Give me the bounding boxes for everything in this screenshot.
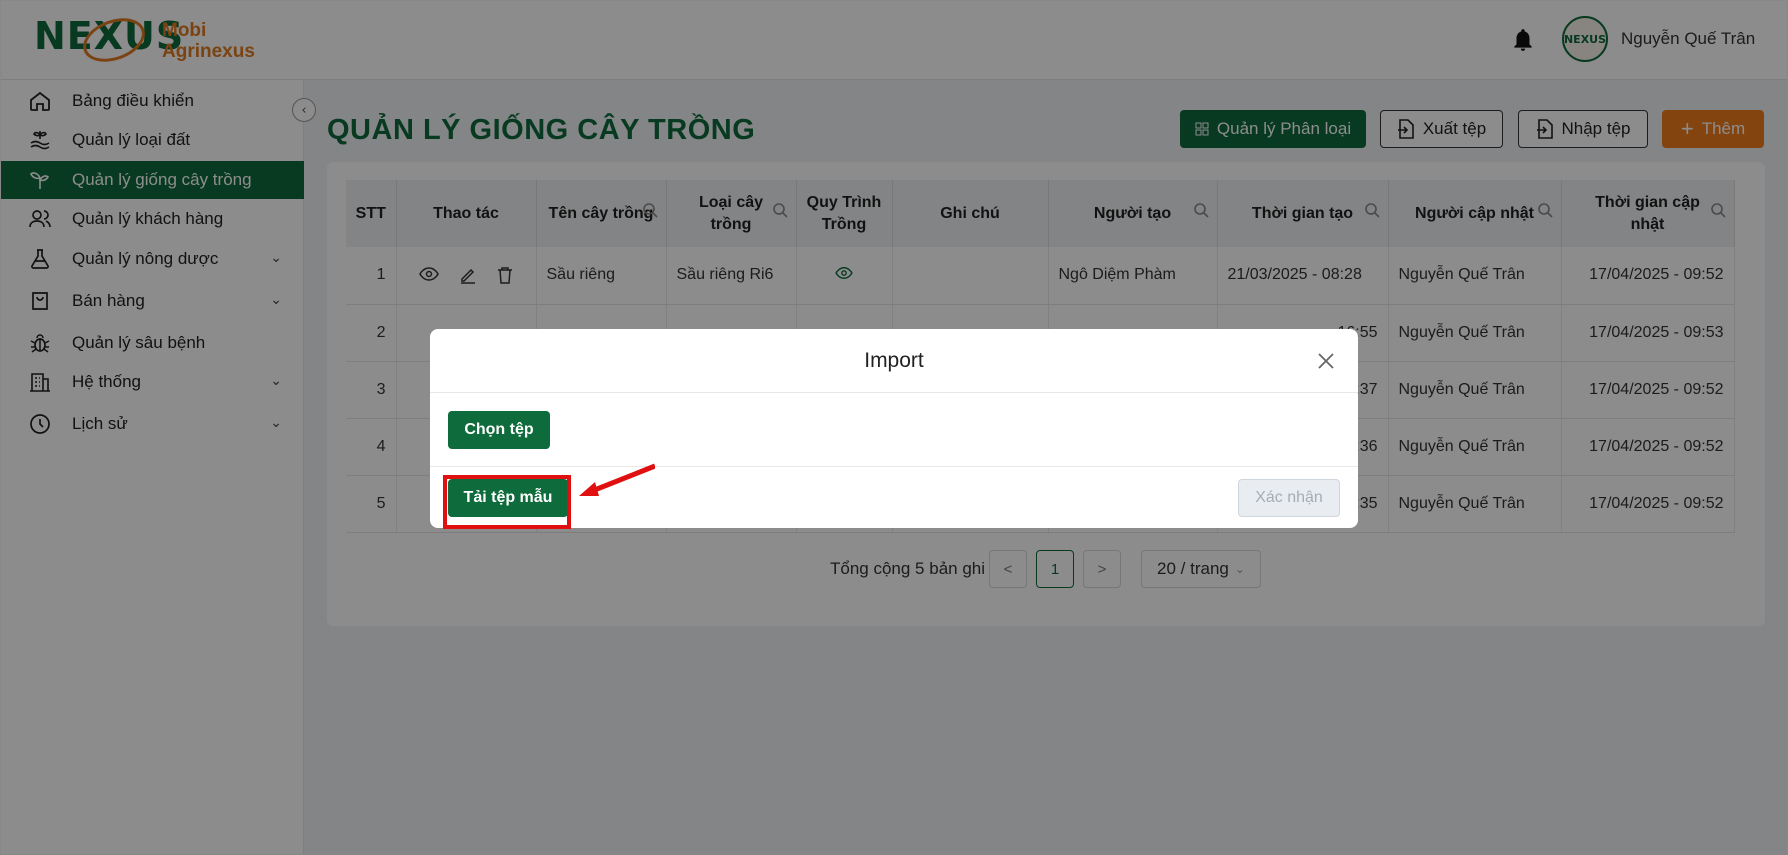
confirm-label: Xác nhận [1255, 489, 1323, 506]
choose-file-label: Chọn tệp [464, 421, 534, 438]
annotation-arrow-icon [579, 463, 655, 496]
modal-title: Import [864, 349, 924, 372]
modal-divider [430, 466, 1358, 467]
modal-divider [430, 392, 1358, 393]
highlight-box [443, 475, 571, 529]
confirm-button[interactable]: Xác nhận [1238, 479, 1340, 517]
choose-file-button[interactable]: Chọn tệp [448, 411, 550, 449]
close-icon[interactable] [1316, 351, 1336, 371]
